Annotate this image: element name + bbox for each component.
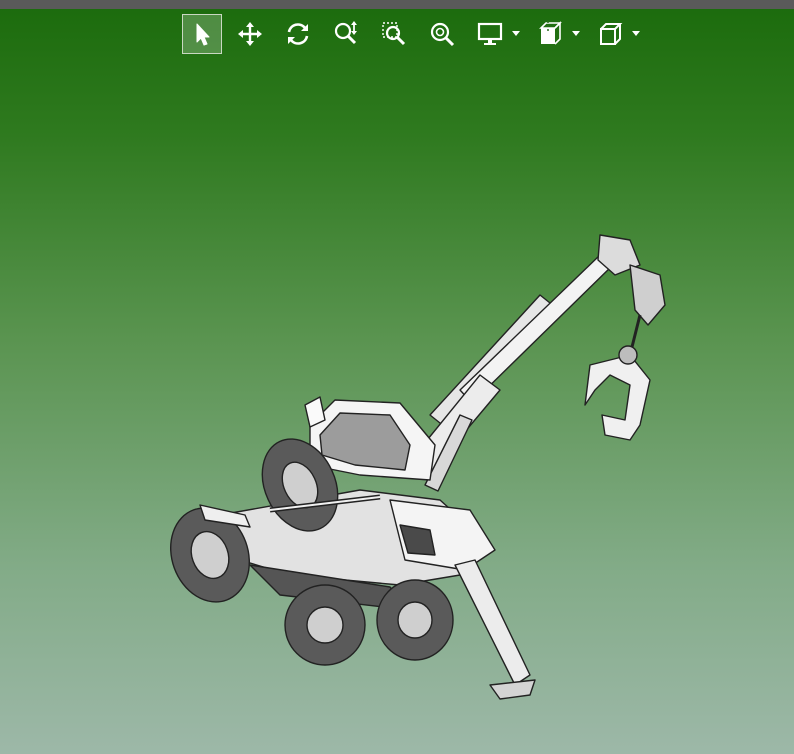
view-toolbar (182, 14, 650, 54)
rotate-tool-button[interactable] (278, 14, 318, 54)
harvester-3d-model[interactable] (160, 215, 680, 715)
view-orientation-button[interactable] (590, 14, 630, 54)
rotate-icon (287, 23, 309, 45)
view-orientation-dropdown[interactable] (630, 14, 642, 54)
zoom-window-icon (382, 22, 406, 46)
display-style-button[interactable] (470, 14, 510, 54)
window-top-strip (0, 0, 794, 9)
zoom-fit-tool-button[interactable] (422, 14, 462, 54)
zoom-fit-icon (430, 22, 455, 47)
section-view-dropdown[interactable] (570, 14, 582, 54)
display-style-dropdown[interactable] (510, 14, 522, 54)
pan-move-icon (238, 22, 262, 46)
view-orientation-group (590, 14, 642, 54)
zoom-window-tool-button[interactable] (374, 14, 414, 54)
3d-viewport[interactable] (0, 0, 794, 754)
cube-view-icon (600, 23, 623, 45)
select-tool-button[interactable] (182, 14, 222, 54)
chevron-down-icon (512, 31, 520, 36)
section-view-icon (539, 21, 562, 45)
chevron-down-icon (572, 31, 580, 36)
section-view-group (530, 14, 582, 54)
section-view-button[interactable] (530, 14, 570, 54)
zoom-icon (334, 21, 357, 45)
pan-tool-button[interactable] (230, 14, 270, 54)
zoom-tool-button[interactable] (326, 14, 366, 54)
chevron-down-icon (632, 31, 640, 36)
select-arrow-icon (196, 23, 210, 46)
display-style-group (470, 14, 522, 54)
monitor-icon (477, 22, 503, 45)
